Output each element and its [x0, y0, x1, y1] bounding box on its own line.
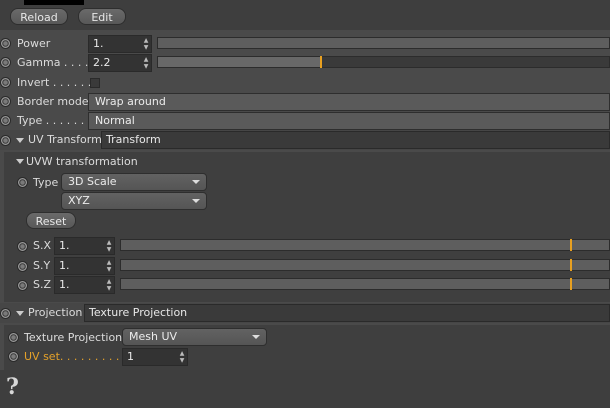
edit-button[interactable]: Edit [78, 8, 126, 25]
uv-transform-name: Transform [101, 131, 610, 149]
chevron-down-icon [252, 335, 260, 339]
sy-slider[interactable] [120, 259, 610, 271]
sx-stepper-icon[interactable]: ▲ ▼ [106, 239, 112, 253]
gamma-slider-handle[interactable] [320, 56, 322, 68]
border-mode-keyframe-radio[interactable] [0, 96, 11, 107]
uv-transform-collapse-icon[interactable] [16, 138, 24, 143]
reload-button[interactable]: Reload [10, 8, 68, 25]
power-value: 1. [93, 37, 104, 50]
sz-stepper-icon[interactable]: ▲ ▼ [106, 278, 112, 292]
uv-transform-label: UV Transform [28, 133, 102, 146]
texture-preview [24, 0, 84, 5]
sz-slider-handle[interactable] [570, 278, 572, 290]
texture-projection-value: Mesh UV [129, 330, 178, 343]
gamma-slider[interactable] [157, 56, 610, 68]
sz-slider[interactable] [120, 278, 610, 290]
power-slider[interactable] [157, 37, 610, 49]
gamma-keyframe-radio[interactable] [0, 57, 11, 68]
gamma-value: 2.2 [93, 56, 111, 69]
power-keyframe-radio[interactable] [0, 38, 11, 49]
texture-projection-dropdown[interactable]: Mesh UV [122, 328, 267, 346]
gamma-slider-fill [158, 57, 320, 67]
uvw-type-keyframe-radio[interactable] [17, 177, 28, 188]
power-stepper-icon[interactable]: ▲ ▼ [143, 37, 149, 51]
uvw-axis-value: XYZ [68, 194, 90, 207]
sz-keyframe-radio[interactable] [17, 280, 28, 291]
reset-button[interactable]: Reset [26, 212, 76, 229]
sy-label: S.Y [33, 259, 51, 272]
uv-transform-keyframe-radio[interactable] [0, 135, 11, 146]
sy-value: 1. [59, 259, 70, 272]
power-input[interactable]: 1. ▲ ▼ [88, 35, 152, 53]
uv-set-input[interactable]: 1 ▲ ▼ [122, 348, 188, 366]
uvw-type-value: 3D Scale [68, 175, 117, 188]
uvw-header: UVW transformation [26, 155, 138, 168]
border-mode-label: Border mode [17, 95, 89, 108]
uv-set-stepper-icon[interactable]: ▲ ▼ [179, 350, 185, 364]
sx-keyframe-radio[interactable] [17, 241, 28, 252]
sz-label: S.Z [33, 278, 52, 291]
uv-set-value: 1 [127, 350, 134, 363]
help-icon[interactable]: ? [6, 374, 19, 400]
sy-keyframe-radio[interactable] [17, 261, 28, 272]
sy-slider-handle[interactable] [570, 259, 572, 271]
type-value: Normal [95, 114, 135, 127]
invert-checkbox[interactable] [90, 78, 100, 88]
projection-collapse-icon[interactable] [16, 311, 24, 316]
uv-set-label: UV set. . . . . . . . . . [24, 350, 127, 363]
gamma-stepper-icon[interactable]: ▲ ▼ [143, 56, 149, 70]
sy-stepper-icon[interactable]: ▲ ▼ [106, 259, 112, 273]
sx-label: S.X [33, 239, 52, 252]
texture-projection-keyframe-radio[interactable] [8, 332, 19, 343]
border-mode-value: Wrap around [95, 95, 166, 108]
sy-input[interactable]: 1. ▲ ▼ [54, 257, 115, 275]
projection-name: Texture Projection [84, 304, 610, 322]
power-label: Power [17, 37, 51, 50]
texture-projection-label: Texture Projection [24, 331, 123, 344]
gamma-input[interactable]: 2.2 ▲ ▼ [88, 54, 152, 72]
border-mode-dropdown[interactable]: Wrap around [88, 93, 610, 111]
bottom-bar [0, 370, 610, 408]
sx-slider-handle[interactable] [570, 239, 572, 251]
invert-keyframe-radio[interactable] [0, 77, 11, 88]
uv-set-keyframe-radio[interactable] [8, 351, 19, 362]
chevron-down-icon [192, 199, 200, 203]
invert-label: Invert . . . . . . [17, 76, 92, 89]
gamma-label: Gamma . . . . . [17, 56, 96, 69]
chevron-down-icon [192, 180, 200, 184]
type-dropdown[interactable]: Normal [88, 112, 610, 130]
uvw-type-dropdown[interactable]: 3D Scale [61, 173, 207, 191]
uv-transform-value: Transform [106, 133, 161, 146]
projection-keyframe-radio[interactable] [0, 308, 11, 319]
projection-value: Texture Projection [89, 306, 188, 319]
type-keyframe-radio[interactable] [0, 115, 11, 126]
sx-input[interactable]: 1. ▲ ▼ [54, 237, 115, 255]
uvw-type-label: Type [33, 176, 59, 189]
uvw-axis-dropdown[interactable]: XYZ [61, 192, 207, 210]
projection-label: Projection [28, 306, 83, 319]
sz-input[interactable]: 1. ▲ ▼ [54, 276, 115, 294]
sz-value: 1. [59, 278, 70, 291]
sx-slider[interactable] [120, 239, 610, 251]
type-label: Type . . . . . . . [17, 114, 92, 127]
sx-value: 1. [59, 239, 70, 252]
uvw-collapse-icon[interactable] [16, 159, 24, 164]
